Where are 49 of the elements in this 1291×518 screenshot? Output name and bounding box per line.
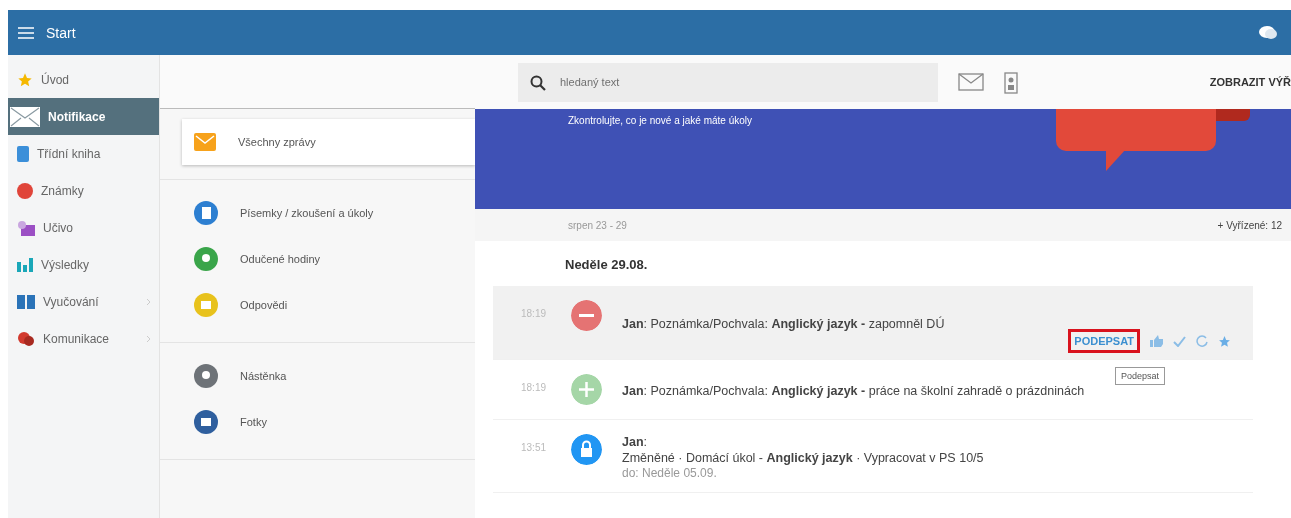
search-field[interactable]: hledaný text (518, 62, 938, 102)
check-icon[interactable] (1173, 335, 1186, 347)
chat-icon (17, 330, 35, 347)
chevron-icon (146, 297, 151, 306)
menu-icon[interactable] (18, 26, 34, 39)
category-item[interactable]: Fotky (182, 399, 475, 445)
sidebar-item[interactable]: Notifikace (8, 98, 159, 135)
sidebar-item[interactable]: Komunikace (8, 320, 159, 357)
book-icon (17, 145, 29, 162)
category-item[interactable]: Odučené hodiny (182, 236, 475, 282)
category-item[interactable]: Písemky / zkoušení a úkoly (182, 190, 475, 236)
id-badge-icon[interactable] (1004, 70, 1018, 94)
search-icon (530, 74, 546, 91)
banner-subtitle: Zkontrolujte, co je nové a jaké máte úkoly (568, 115, 752, 126)
chat-icon[interactable] (1259, 24, 1277, 41)
tooltip: Podepsat (1114, 367, 1165, 385)
sidebar-item[interactable]: Úvod (8, 61, 159, 98)
message-text: Jan: Poznámka/Pochvala: Anglický jazyk - práce na školní zahradě o prázdninách (622, 382, 1085, 399)
message-text: Změněné · Domácí úkol - Anglický jazyk · Vypracovat v PS 10/5 (622, 450, 984, 466)
envelope-icon (10, 106, 40, 127)
app-title: Start (46, 24, 77, 41)
sidebar-item[interactable]: Výsledky (8, 246, 159, 283)
sidebar-item[interactable]: Vyučování (8, 283, 159, 320)
envelope-icon[interactable] (958, 73, 984, 91)
sidebar-item[interactable]: Známky (8, 172, 159, 209)
message-time: 18:19 (521, 382, 548, 395)
grade-icon (17, 182, 33, 199)
category-item[interactable]: Nástěnka (182, 353, 475, 399)
sidebar-item[interactable]: Učivo (8, 209, 159, 246)
show-button[interactable]: ZOBRAZIT VÝŘ (1209, 76, 1291, 88)
message-row[interactable]: 13:51 Jan: Změněné · Domácí úkol - Anglický jazyk · Vypracovat v PS 10/5 do: Neděle 05.09. (493, 420, 1253, 493)
message-text: Jan: Poznámka/Pochvala: Anglický jazyk - zapomněl DÚ (622, 315, 945, 332)
board-icon (17, 219, 35, 236)
category-item[interactable]: Odpovědi (182, 282, 475, 328)
sidebar-item[interactable]: Třídní kniha (8, 135, 159, 172)
star-icon[interactable] (1218, 334, 1231, 348)
thumbs-up-icon[interactable] (1150, 335, 1163, 347)
day-heading: Neděle 29.08. (564, 256, 649, 274)
date-range: srpen 23 - 29 (568, 219, 627, 231)
resolved-link[interactable]: + Vyřízené: 12 (1217, 219, 1282, 231)
refresh-icon[interactable] (1196, 335, 1208, 347)
message-text: Jan: (622, 434, 649, 450)
category-item[interactable]: Všechny zprávy (182, 119, 475, 165)
message-time: 13:51 (521, 442, 548, 455)
book-icon (17, 294, 35, 309)
star-icon (17, 71, 33, 88)
chevron-icon (146, 334, 151, 343)
chart-icon (17, 257, 33, 272)
due-date: do: Neděle 05.09. (622, 466, 718, 480)
